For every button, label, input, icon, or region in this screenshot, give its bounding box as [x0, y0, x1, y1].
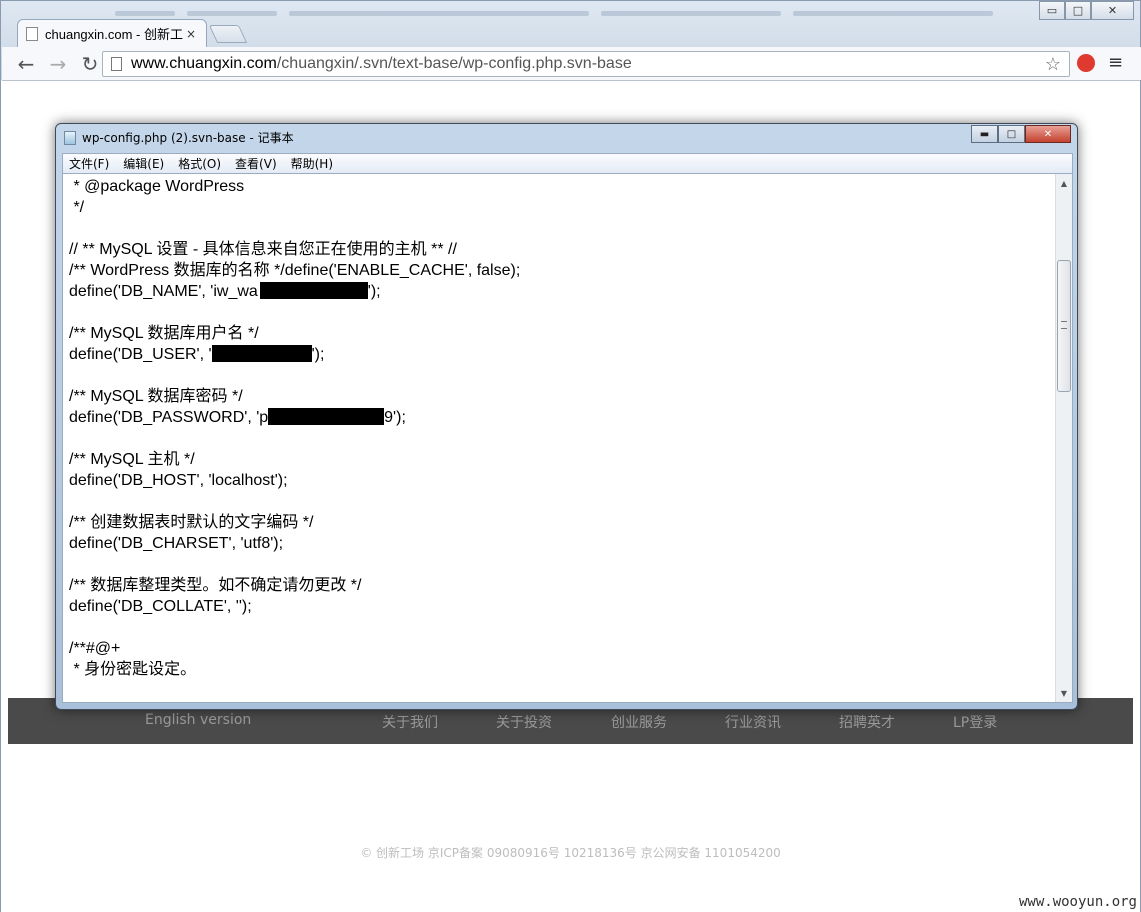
extension-icon[interactable]	[1077, 54, 1095, 72]
text-line	[69, 218, 1054, 239]
browser-chrome: chuangxin.com - 创新工 × ▭ □ ✕ ← → ↻ www.ch…	[0, 0, 1141, 81]
text-line: define('DB_COLLATE', '');	[69, 598, 252, 615]
scroll-up-arrow-icon[interactable]: ▲	[1056, 175, 1072, 191]
text-line-db-password: define('DB_PASSWORD', 'p 9');	[69, 407, 1054, 428]
text-line: /** MySQL 主机 */	[69, 451, 195, 468]
maximize-button[interactable]: □	[1065, 1, 1091, 20]
text-line	[69, 554, 1054, 575]
back-button[interactable]: ←	[12, 50, 40, 78]
document-icon	[111, 57, 122, 71]
bookmark-star-icon[interactable]: ☆	[1045, 54, 1061, 75]
line-tail: 9');	[384, 409, 406, 426]
reload-button[interactable]: ↻	[76, 50, 104, 78]
redaction-block	[259, 282, 368, 299]
window-border	[0, 80, 1, 912]
redaction-block	[211, 345, 312, 362]
tab-title: chuangxin.com - 创新工	[45, 27, 183, 42]
text-line: /** WordPress 数据库的名称 */define('ENABLE_CA…	[69, 262, 521, 279]
text-line: /** 创建数据表时默认的文字编码 */	[69, 514, 314, 531]
browser-tab-active[interactable]: chuangxin.com - 创新工 ×	[17, 19, 207, 47]
grip-icon	[1061, 321, 1067, 329]
footer-link-news[interactable]: 行业资讯	[725, 712, 781, 732]
line-text: define('DB_PASSWORD', 'p	[69, 409, 269, 426]
page-icon	[26, 26, 38, 41]
notepad-minimize-button[interactable]: ▬	[971, 125, 998, 143]
text-line-db-user: define('DB_USER', ' ');	[69, 344, 1054, 365]
footer-link-services[interactable]: 创业服务	[611, 712, 667, 732]
notepad-window: wp-config.php (2).svn-base - 记事本 ▬ □ ✕ 文…	[55, 123, 1078, 710]
footer-link-lp-login[interactable]: LP登录	[953, 712, 997, 732]
text-line: /**#@+	[69, 640, 121, 657]
notepad-text-area[interactable]: * @package WordPress */ // ** MySQL 设置 -…	[62, 173, 1073, 703]
text-line	[69, 428, 1054, 449]
copyright-text: © 创新工场 京ICP备案 09080916号 10218136号 京公网安备 …	[360, 846, 781, 860]
footer-link-english[interactable]: English version	[145, 712, 251, 728]
url-path: /chuangxin/.svn/text-base/wp-config.php.…	[276, 55, 632, 72]
browser-menu-icon[interactable]: ≡	[1108, 52, 1123, 73]
browser-toolbar: ← → ↻ www.chuangxin.com/chuangxin/.svn/t…	[2, 47, 1141, 81]
text-line: define('DB_CHARSET', 'utf8');	[69, 535, 284, 552]
notepad-title: wp-config.php (2).svn-base - 记事本	[82, 131, 294, 145]
minimize-button[interactable]: ▭	[1039, 1, 1065, 20]
scroll-down-arrow-icon[interactable]: ▼	[1056, 685, 1072, 701]
line-tail: ');	[311, 346, 325, 363]
text-line: define('DB_HOST', 'localhost');	[69, 472, 288, 489]
url-host: www.chuangxin.com	[131, 55, 277, 72]
text-line	[69, 491, 1054, 512]
notepad-close-button[interactable]: ✕	[1025, 125, 1071, 143]
browser-window-controls: ▭ □ ✕	[1039, 1, 1134, 20]
notepad-menubar: 文件(F) 编辑(E) 格式(O) 查看(V) 帮助(H)	[62, 153, 1073, 173]
text-line: /** MySQL 数据库用户名 */	[69, 325, 259, 342]
text-line: * @package WordPress	[69, 178, 245, 195]
text-line-db-name: define('DB_NAME', 'iw_wa ');	[69, 281, 1054, 302]
footer-link-careers[interactable]: 招聘英才	[839, 712, 895, 732]
line-text: define('DB_USER', '	[69, 346, 212, 363]
line-tail: ');	[367, 283, 381, 300]
background-window-ghost	[109, 5, 1029, 43]
watermark: www.wooyun.org	[1018, 894, 1137, 910]
text-line: * 身份密匙设定。	[69, 661, 197, 678]
scrollbar-thumb[interactable]	[1057, 260, 1071, 392]
text-line: /** MySQL 数据库密码 */	[69, 388, 243, 405]
menu-edit[interactable]: 编辑(E)	[123, 155, 164, 172]
redaction-block	[268, 408, 385, 425]
text-line	[69, 365, 1054, 386]
menu-view[interactable]: 查看(V)	[235, 155, 277, 172]
forward-button[interactable]: →	[44, 50, 72, 78]
footer-link-investment[interactable]: 关于投资	[496, 712, 552, 732]
notepad-maximize-button[interactable]: □	[998, 125, 1025, 143]
tab-close-icon[interactable]: ×	[184, 27, 198, 41]
vertical-scrollbar[interactable]: ▲ ▼	[1055, 174, 1072, 702]
menu-file[interactable]: 文件(F)	[69, 155, 109, 172]
menu-format[interactable]: 格式(O)	[178, 155, 221, 172]
text-line: /** 数据库整理类型。如不确定请勿更改 */	[69, 577, 362, 594]
close-button[interactable]: ✕	[1091, 1, 1134, 20]
text-line: // ** MySQL 设置 - 具体信息来自您正在使用的主机 ** //	[69, 241, 457, 258]
address-bar[interactable]: www.chuangxin.com/chuangxin/.svn/text-ba…	[102, 51, 1070, 77]
notepad-window-controls: ▬ □ ✕	[971, 125, 1071, 143]
text-line	[69, 302, 1054, 323]
notepad-titlebar: wp-config.php (2).svn-base - 记事本	[64, 129, 294, 146]
notepad-text: * @package WordPress */ // ** MySQL 设置 -…	[69, 176, 1054, 680]
line-text: define('DB_NAME', 'iw_wa	[69, 283, 258, 300]
text-line	[69, 617, 1054, 638]
footer-link-about[interactable]: 关于我们	[382, 712, 438, 732]
text-line: */	[69, 199, 85, 216]
notepad-icon	[64, 130, 76, 145]
menu-help[interactable]: 帮助(H)	[291, 155, 333, 172]
